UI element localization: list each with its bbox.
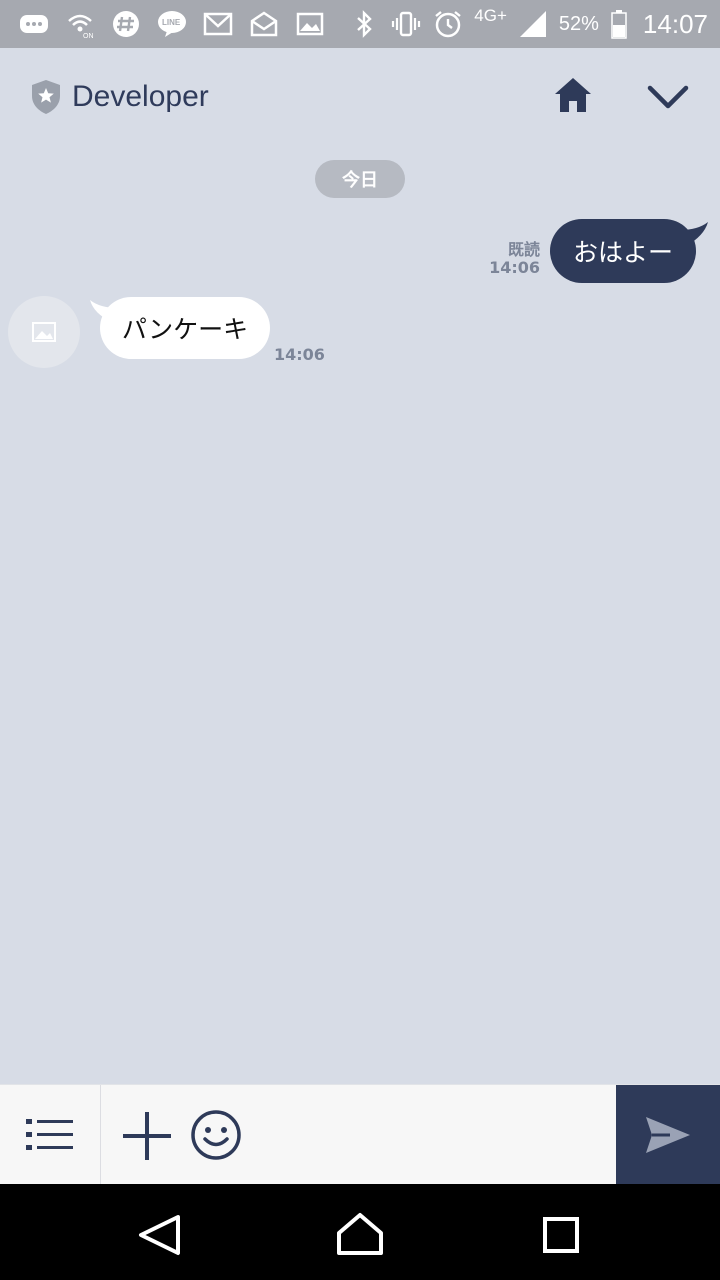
vibrate-icon <box>390 9 422 39</box>
shield-icon <box>32 80 60 114</box>
message-input[interactable] <box>252 1105 608 1165</box>
signal-icon <box>517 9 549 39</box>
status-clock: 14:07 <box>642 8 708 39</box>
system-navigation-bar <box>0 1184 720 1280</box>
svg-text:ON: ON <box>83 33 94 39</box>
wifi-calling-icon: ON <box>64 9 96 39</box>
home-icon[interactable] <box>552 74 594 116</box>
chat-header: Developer <box>0 48 720 146</box>
image-placeholder-icon <box>32 322 56 342</box>
date-separator: 今日 <box>315 160 405 198</box>
svg-text:LINE: LINE <box>162 18 181 27</box>
bluetooth-icon <box>348 9 380 39</box>
alarm-icon <box>432 9 464 39</box>
recents-icon[interactable] <box>542 1216 580 1254</box>
avatar[interactable] <box>8 296 80 368</box>
back-icon[interactable] <box>136 1214 182 1256</box>
smile-icon[interactable] <box>190 1109 242 1161</box>
menu-list-icon[interactable] <box>24 1113 76 1157</box>
home-nav-icon[interactable] <box>336 1212 384 1256</box>
chevron-down-icon[interactable] <box>646 76 690 116</box>
status-bar: ON LINE 4G+ 52% 14:07 <box>0 0 720 48</box>
plus-icon[interactable] <box>120 1109 174 1163</box>
input-bar-divider <box>100 1085 101 1185</box>
chat-bubble-icon <box>18 9 50 39</box>
gmail-icon <box>202 9 234 39</box>
outgoing-message-time: 14:06 <box>489 258 540 277</box>
incoming-message-time: 14:06 <box>274 345 325 364</box>
battery-icon <box>609 9 629 39</box>
send-icon <box>646 1117 690 1153</box>
chat-title: Developer <box>72 80 209 113</box>
network-type-label: 4G+ <box>474 6 507 25</box>
status-system: 4G+ 52% 14:07 <box>348 6 708 40</box>
incoming-message-bubble[interactable]: パンケーキ <box>100 297 270 359</box>
gallery-icon <box>294 9 326 39</box>
slack-icon <box>110 9 142 39</box>
status-notifications: ON LINE <box>18 9 348 39</box>
battery-percent: 52% <box>558 12 599 35</box>
send-button[interactable] <box>616 1085 720 1185</box>
read-receipt-label: 既読 <box>507 240 540 259</box>
message-input-bar <box>0 1084 720 1185</box>
line-icon: LINE <box>156 9 188 39</box>
mail-open-icon <box>248 9 280 39</box>
outgoing-message-bubble[interactable]: おはよー <box>550 219 696 283</box>
